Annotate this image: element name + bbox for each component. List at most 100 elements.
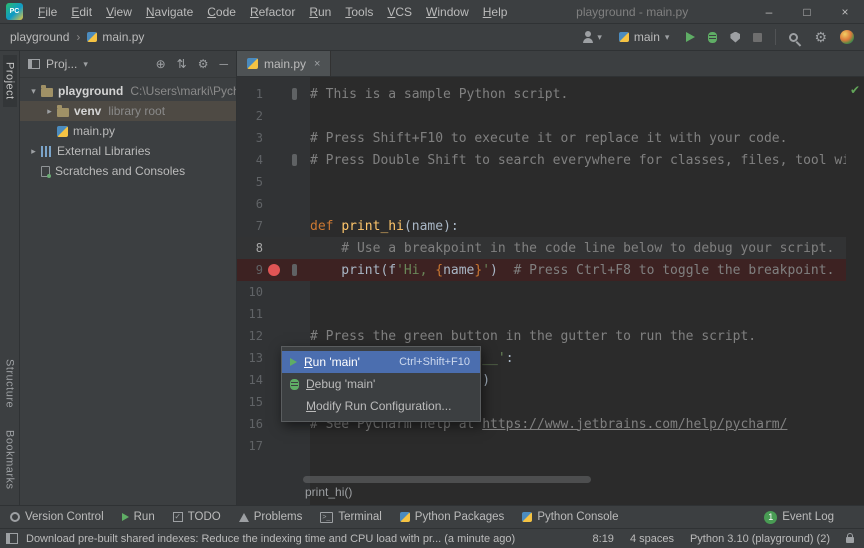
code-line-4[interactable]: 4# Press Double Shift to search everywhe… bbox=[237, 149, 846, 171]
status-8-19[interactable]: 8:19 bbox=[593, 533, 614, 545]
toolwindow-button-run[interactable]: Run bbox=[122, 511, 155, 523]
line-number[interactable]: 17 bbox=[237, 439, 263, 453]
tab-main-py[interactable]: main.py × bbox=[237, 51, 331, 76]
line-number[interactable]: 4 bbox=[237, 153, 263, 167]
line-number[interactable]: 10 bbox=[237, 285, 263, 299]
line-number[interactable]: 16 bbox=[237, 417, 263, 431]
line-number[interactable]: 15 bbox=[237, 395, 263, 409]
toolwindow-button-event-log[interactable]: 1Event Log bbox=[764, 511, 834, 524]
settings-gear-icon[interactable]: ⚙ bbox=[814, 30, 827, 44]
breakpoint-icon[interactable] bbox=[268, 264, 280, 276]
status-4-spaces[interactable]: 4 spaces bbox=[630, 533, 674, 545]
line-number[interactable]: 6 bbox=[237, 197, 263, 211]
lock-icon[interactable] bbox=[846, 537, 854, 543]
maximize-button[interactable]: □ bbox=[788, 0, 826, 23]
menu-view[interactable]: View bbox=[99, 0, 139, 23]
toolwindow-button-python-packages[interactable]: Python Packages bbox=[400, 511, 505, 523]
fold-icon[interactable] bbox=[292, 154, 297, 166]
code-line-11[interactable]: 11 bbox=[237, 303, 846, 325]
panel-header-actions: ⊕ ⇅ ⚙ ─ bbox=[156, 58, 228, 70]
breadcrumb-item-main-py[interactable]: main.py bbox=[87, 30, 144, 44]
stop-button[interactable] bbox=[753, 33, 762, 42]
run-button[interactable] bbox=[686, 32, 695, 42]
debug-button[interactable] bbox=[708, 32, 717, 43]
code-token: ) bbox=[482, 373, 490, 388]
horizontal-scrollbar[interactable] bbox=[303, 476, 591, 483]
collapse-all-icon[interactable]: ⇅ bbox=[177, 58, 187, 70]
menu-item-modify-run-configuration[interactable]: Modify Run Configuration... bbox=[282, 395, 480, 417]
toolwindow-button-problems[interactable]: Problems bbox=[239, 511, 303, 523]
code-line-8[interactable]: 8 # Use a breakpoint in the code line be… bbox=[237, 237, 846, 259]
chevron-right-icon[interactable]: ▸ bbox=[26, 146, 41, 157]
line-number[interactable]: 8 bbox=[237, 241, 263, 255]
select-opened-file-icon[interactable]: ⊕ bbox=[156, 58, 166, 70]
stripe-item-structure[interactable]: Structure bbox=[3, 352, 17, 415]
menu-refactor[interactable]: Refactor bbox=[243, 0, 302, 23]
chevron-down-icon[interactable]: ▾ bbox=[26, 86, 41, 97]
status-message[interactable]: Download pre-built shared indexes: Reduc… bbox=[26, 533, 515, 545]
tree-item-playground[interactable]: ▾playgroundC:\Users\marki\PycharmProject… bbox=[20, 81, 236, 101]
line-number[interactable]: 1 bbox=[237, 87, 263, 101]
hide-panel-icon[interactable]: ─ bbox=[219, 58, 228, 70]
tree-item-scratches-and-consoles[interactable]: Scratches and Consoles bbox=[20, 161, 236, 181]
stripe-item-bookmarks[interactable]: Bookmarks bbox=[3, 423, 17, 497]
editor-breadcrumb[interactable]: print_hi() bbox=[305, 485, 352, 499]
coverage-button[interactable] bbox=[730, 32, 740, 43]
toolwindow-button-python-console[interactable]: Python Console bbox=[522, 511, 618, 523]
code-link[interactable]: https://www.jetbrains.com/help/pycharm/ bbox=[482, 417, 787, 432]
toolwindow-button-terminal[interactable]: Terminal bbox=[320, 511, 381, 523]
code-line-7[interactable]: 7def print_hi(name): bbox=[237, 215, 846, 237]
menu-vcs[interactable]: VCS bbox=[380, 0, 419, 23]
menu-edit[interactable]: Edit bbox=[64, 0, 99, 23]
avatar[interactable] bbox=[840, 30, 854, 44]
code-line-12[interactable]: 12# Press the green button in the gutter… bbox=[237, 325, 846, 347]
tree-item-main-py[interactable]: main.py bbox=[20, 121, 236, 141]
tree-item-venv[interactable]: ▸venvlibrary root bbox=[20, 101, 236, 121]
code-line-5[interactable]: 5 bbox=[237, 171, 846, 193]
line-number[interactable]: 7 bbox=[237, 219, 263, 233]
line-number[interactable]: 9 bbox=[237, 263, 263, 277]
menu-navigate[interactable]: Navigate bbox=[139, 0, 200, 23]
menu-item-run-main[interactable]: Run 'main'Ctrl+Shift+F10 bbox=[282, 351, 480, 373]
menu-help[interactable]: Help bbox=[476, 0, 515, 23]
fold-icon[interactable] bbox=[292, 88, 297, 100]
user-menu-button[interactable]: ▾ bbox=[582, 31, 602, 43]
line-number[interactable]: 5 bbox=[237, 175, 263, 189]
line-number[interactable]: 12 bbox=[237, 329, 263, 343]
close-tab-icon[interactable]: × bbox=[314, 58, 320, 70]
status-python-3-10-playground-2[interactable]: Python 3.10 (playground) (2) bbox=[690, 533, 830, 545]
menu-code[interactable]: Code bbox=[200, 0, 243, 23]
code-line-1[interactable]: 1# This is a sample Python script. bbox=[237, 83, 846, 105]
code-editor[interactable]: 1# This is a sample Python script. 2 3# Pr… bbox=[237, 77, 864, 505]
project-view-select[interactable]: Proj... bbox=[46, 57, 77, 71]
breadcrumb-item-playground[interactable]: playground bbox=[10, 30, 69, 44]
toolwindow-button-version-control[interactable]: Version Control bbox=[10, 511, 104, 523]
minimize-button[interactable]: – bbox=[750, 0, 788, 23]
line-number[interactable]: 14 bbox=[237, 373, 263, 387]
code-line-3[interactable]: 3# Press Shift+F10 to execute it or repl… bbox=[237, 127, 846, 149]
code-line-9[interactable]: 9 print(f'Hi, {name}') # Press Ctrl+F8 t… bbox=[237, 259, 846, 281]
fold-icon[interactable] bbox=[292, 264, 297, 276]
menu-window[interactable]: Window bbox=[419, 0, 476, 23]
line-number[interactable]: 13 bbox=[237, 351, 263, 365]
tool-window-switcher-icon[interactable] bbox=[6, 533, 18, 544]
code-line-6[interactable]: 6 bbox=[237, 193, 846, 215]
line-number[interactable]: 3 bbox=[237, 131, 263, 145]
menu-item-debug-main[interactable]: Debug 'main' bbox=[282, 373, 480, 395]
line-number[interactable]: 2 bbox=[237, 109, 263, 123]
toolwindow-button-todo[interactable]: TODO bbox=[173, 511, 221, 523]
line-number[interactable]: 11 bbox=[237, 307, 263, 321]
chevron-right-icon[interactable]: ▸ bbox=[42, 106, 57, 117]
close-button[interactable]: × bbox=[826, 0, 864, 23]
run-configuration-select[interactable]: main ▾ bbox=[615, 28, 674, 46]
code-line-2[interactable]: 2 bbox=[237, 105, 846, 127]
menu-file[interactable]: File bbox=[31, 0, 64, 23]
menu-run[interactable]: Run bbox=[302, 0, 338, 23]
code-line-10[interactable]: 10 bbox=[237, 281, 846, 303]
menu-tools[interactable]: Tools bbox=[338, 0, 380, 23]
tree-item-external-libraries[interactable]: ▸External Libraries bbox=[20, 141, 236, 161]
panel-settings-icon[interactable]: ⚙ bbox=[198, 58, 209, 70]
code-line-17[interactable]: 17 bbox=[237, 435, 846, 457]
stripe-item-project[interactable]: Project bbox=[3, 55, 17, 107]
search-icon[interactable] bbox=[789, 33, 798, 42]
